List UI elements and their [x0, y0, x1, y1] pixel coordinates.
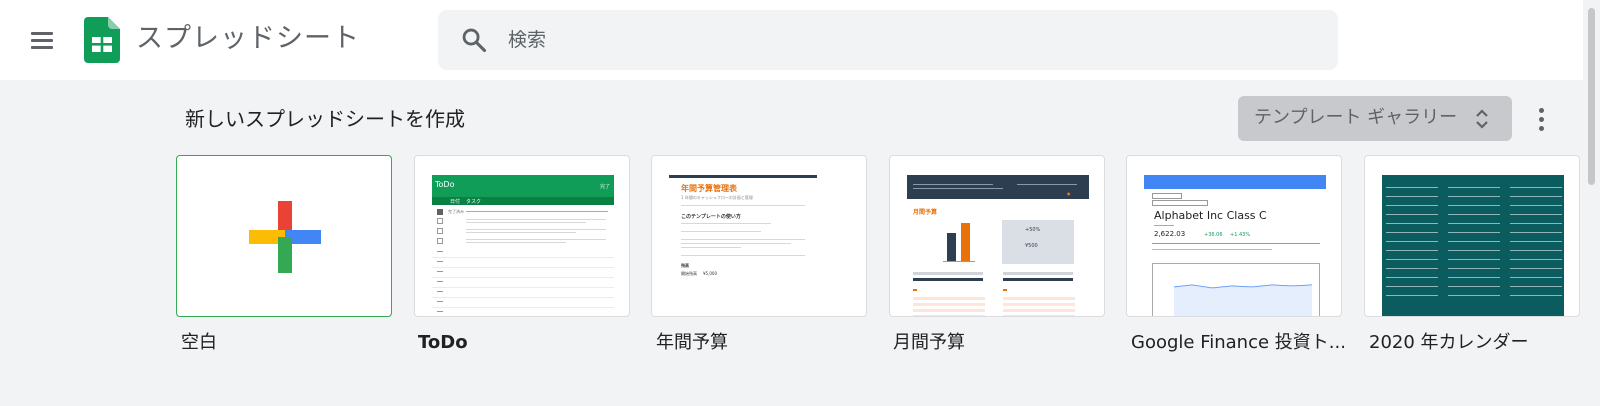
- main-menu-button[interactable]: [24, 22, 60, 58]
- page-scrollbar[interactable]: [1583, 0, 1600, 406]
- sheets-logo-icon[interactable]: [84, 17, 120, 63]
- template-annual-budget-card[interactable]: 年間予算管理表 1 年間のキャッシュフローの計画と管理 このテンプレートの使い方…: [651, 155, 867, 317]
- template-blank-card[interactable]: [176, 155, 392, 317]
- template-todo-card[interactable]: ToDo 完了 日付 タスク 完了済み: [414, 155, 630, 317]
- more-vert-icon[interactable]: [1524, 100, 1558, 138]
- template-gallery-button[interactable]: テンプレート ギャラリー: [1238, 96, 1512, 141]
- calendar-thumbnail: [1382, 175, 1564, 316]
- template-label-blank[interactable]: 空白: [181, 330, 217, 356]
- todo-thumbnail: ToDo 完了 日付 タスク 完了済み: [432, 175, 614, 316]
- unfold-icon: [1476, 109, 1488, 129]
- plus-icon: [249, 201, 321, 273]
- menu-icon: [31, 32, 53, 35]
- search-input[interactable]: [508, 10, 1308, 70]
- template-calendar-2020-card[interactable]: [1364, 155, 1580, 317]
- template-google-finance-card[interactable]: Alphabet Inc Class C 2,622.03 +36.06 +1.…: [1126, 155, 1342, 317]
- annual-budget-thumbnail: 年間予算管理表 1 年間のキャッシュフローの計画と管理 このテンプレートの使い方…: [669, 175, 851, 316]
- top-app-bar: スプレッドシート: [0, 0, 1600, 80]
- section-title: 新しいスプレッドシートを作成: [185, 107, 465, 131]
- template-monthly-budget-card[interactable]: ● 月間予算 +50% ¥500: [889, 155, 1105, 317]
- search-bar[interactable]: [438, 10, 1338, 70]
- template-label-annual-budget[interactable]: 年間予算: [656, 330, 728, 356]
- monthly-budget-thumbnail: ● 月間予算 +50% ¥500: [907, 175, 1089, 316]
- app-title[interactable]: スプレッドシート: [136, 20, 360, 58]
- template-label-monthly-budget[interactable]: 月間予算: [893, 330, 965, 356]
- scrollbar-thumb[interactable]: [1588, 8, 1595, 185]
- template-label-google-finance[interactable]: Google Finance 投資ト...: [1131, 330, 1346, 356]
- search-icon[interactable]: [460, 26, 488, 54]
- template-label-calendar-2020[interactable]: 2020 年カレンダー: [1369, 330, 1529, 356]
- google-finance-thumbnail: Alphabet Inc Class C 2,622.03 +36.06 +1.…: [1144, 175, 1326, 316]
- template-gallery-label: テンプレート ギャラリー: [1254, 107, 1458, 128]
- template-label-todo[interactable]: ToDo: [418, 330, 468, 356]
